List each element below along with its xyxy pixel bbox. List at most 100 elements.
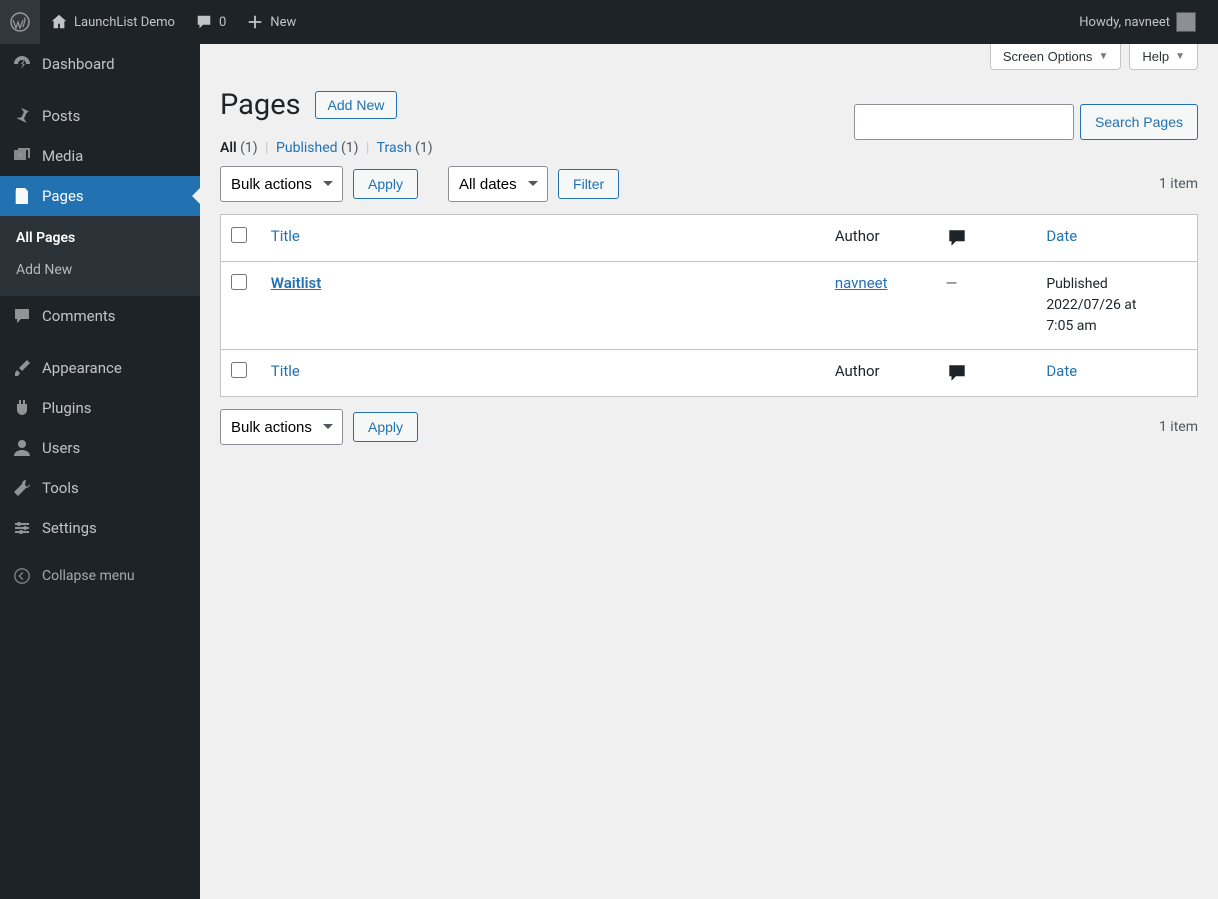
menu-users[interactable]: Users — [0, 428, 200, 468]
page-title: Pages — [220, 84, 301, 126]
menu-settings[interactable]: Settings — [0, 508, 200, 548]
topbar-right: Howdy, navneet — [1073, 12, 1208, 32]
apply-bulk-button-bottom[interactable]: Apply — [353, 412, 418, 442]
brush-icon — [12, 358, 32, 378]
menu-pages[interactable]: Pages — [0, 176, 200, 216]
site-name-link[interactable]: LaunchList Demo — [40, 0, 185, 44]
search-box: Search Pages — [854, 104, 1198, 140]
pin-icon — [12, 106, 32, 126]
select-all-checkbox-footer[interactable] — [231, 362, 247, 378]
filter-published-count: (1) — [341, 140, 359, 156]
submenu-add-new[interactable]: Add New — [0, 254, 200, 286]
pages-submenu: All Pages Add New — [0, 216, 200, 296]
plus-icon — [246, 13, 264, 31]
comments-count: 0 — [219, 15, 226, 30]
user-icon — [12, 438, 32, 458]
filter-trash-count: (1) — [415, 140, 433, 156]
filter-all[interactable]: All (1) — [220, 140, 258, 156]
column-date-label: Date — [1046, 227, 1077, 245]
bulk-actions-select-bottom[interactable]: Bulk actions — [220, 409, 343, 445]
separator: | — [362, 140, 373, 156]
status-filters: All (1) | Published (1) | Trash (1) — [220, 140, 1198, 156]
menu-posts[interactable]: Posts — [0, 96, 200, 136]
tablenav-bottom: Bulk actions Apply 1 item — [220, 409, 1198, 445]
search-pages-button[interactable]: Search Pages — [1080, 104, 1198, 140]
column-title-footer[interactable]: Title — [261, 350, 825, 397]
row-author-cell: navneet — [825, 262, 936, 350]
menu-comments[interactable]: Comments — [0, 296, 200, 336]
column-author-label: Author — [835, 227, 880, 245]
date-line2: 2022/07/26 at — [1046, 295, 1187, 316]
items-count-top: 1 item — [1159, 176, 1198, 192]
date-filter-select[interactable]: All dates — [448, 166, 548, 202]
user-avatar-icon — [1176, 12, 1196, 32]
help-label: Help — [1142, 49, 1169, 64]
menu-label: Pages — [42, 187, 84, 205]
column-date[interactable]: Date — [1036, 215, 1197, 262]
new-label: New — [270, 15, 296, 30]
row-checkbox[interactable] — [231, 274, 247, 290]
column-title-label: Title — [271, 362, 300, 380]
menu-label: Plugins — [42, 399, 91, 417]
apply-bulk-button[interactable]: Apply — [353, 169, 418, 199]
admin-topbar: LaunchList Demo 0 New Howdy, navneet — [0, 0, 1218, 44]
main-content: Screen Options▼ Help▼ Pages Add New Sear… — [200, 44, 1218, 899]
menu-plugins[interactable]: Plugins — [0, 388, 200, 428]
media-icon — [12, 146, 32, 166]
column-comments-footer[interactable] — [936, 350, 1037, 397]
add-new-page-button[interactable]: Add New — [315, 91, 398, 119]
help-toggle[interactable]: Help▼ — [1129, 44, 1198, 70]
row-date-cell: Published 2022/07/26 at 7:05 am — [1036, 262, 1197, 350]
column-author: Author — [825, 215, 936, 262]
menu-label: Media — [42, 147, 83, 165]
collapse-label: Collapse menu — [42, 568, 135, 584]
menu-tools[interactable]: Tools — [0, 468, 200, 508]
menu-label: Tools — [42, 479, 79, 497]
menu-media[interactable]: Media — [0, 136, 200, 176]
screen-options-toggle[interactable]: Screen Options▼ — [990, 44, 1122, 70]
select-all-checkbox[interactable] — [231, 227, 247, 243]
menu-label: Settings — [42, 519, 97, 537]
sliders-icon — [12, 518, 32, 538]
chevron-down-icon: ▼ — [1098, 51, 1108, 62]
home-icon — [50, 13, 68, 31]
select-all-footer — [221, 350, 261, 397]
column-date-footer[interactable]: Date — [1036, 350, 1197, 397]
collapse-menu[interactable]: Collapse menu — [0, 556, 200, 596]
filter-trash[interactable]: Trash (1) — [377, 140, 433, 156]
date-line3: 7:05 am — [1046, 316, 1187, 337]
tablenav-top: Bulk actions Apply All dates Filter 1 it… — [220, 166, 1198, 202]
menu-label: Dashboard — [42, 55, 115, 73]
screen-meta-links: Screen Options▼ Help▼ — [220, 44, 1198, 70]
column-author-footer: Author — [825, 350, 936, 397]
admin-sidebar: Dashboard Posts Media Pages All Pages Ad… — [0, 44, 200, 899]
new-content-menu[interactable]: New — [236, 0, 306, 44]
menu-label: Posts — [42, 107, 80, 125]
row-comments-cell: — — [936, 262, 1037, 350]
account-menu[interactable]: Howdy, navneet — [1073, 12, 1202, 32]
bulk-actions-select[interactable]: Bulk actions — [220, 166, 343, 202]
submenu-all-pages[interactable]: All Pages — [0, 222, 200, 254]
column-comments[interactable] — [936, 215, 1037, 262]
separator: | — [261, 140, 272, 156]
table-row: Waitlist navneet — Published 2022/07/26 … — [221, 262, 1198, 350]
filter-published[interactable]: Published (1) — [276, 140, 359, 156]
wrench-icon — [12, 478, 32, 498]
filter-published-label: Published — [276, 140, 337, 156]
menu-appearance[interactable]: Appearance — [0, 348, 200, 388]
author-link[interactable]: navneet — [835, 274, 888, 292]
comments-icon — [12, 306, 32, 326]
menu-dashboard[interactable]: Dashboard — [0, 44, 200, 84]
page-title-link[interactable]: Waitlist — [271, 274, 321, 292]
comments-shortcut[interactable]: 0 — [185, 0, 236, 44]
wp-logo-menu[interactable] — [0, 0, 40, 44]
filter-button[interactable]: Filter — [558, 169, 619, 199]
pages-icon — [12, 186, 32, 206]
column-title[interactable]: Title — [261, 215, 825, 262]
menu-label: Comments — [42, 307, 116, 325]
search-input[interactable] — [854, 104, 1074, 140]
items-count-bottom: 1 item — [1159, 419, 1198, 435]
site-name-label: LaunchList Demo — [74, 15, 175, 30]
date-status: Published — [1046, 274, 1187, 295]
select-all-header — [221, 215, 261, 262]
